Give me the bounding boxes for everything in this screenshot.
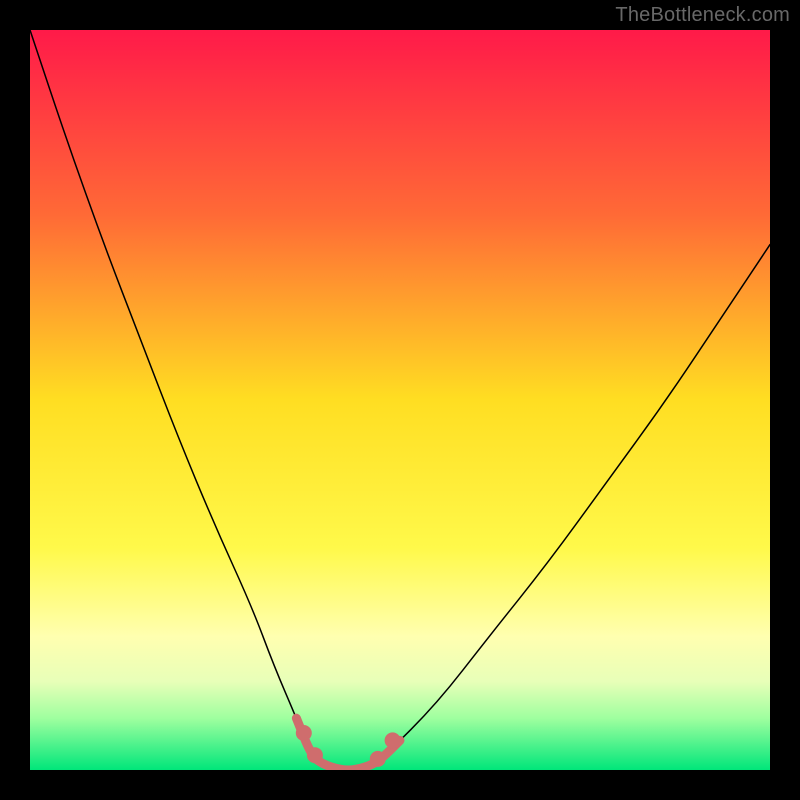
chart-container: TheBottleneck.com — [0, 0, 800, 800]
valley-marker-1 — [307, 747, 323, 763]
gradient-background — [30, 30, 770, 770]
valley-marker-3 — [385, 732, 401, 748]
valley-marker-2 — [370, 751, 386, 767]
valley-marker-0 — [296, 725, 312, 741]
chart-svg — [30, 30, 770, 770]
attribution-label: TheBottleneck.com — [615, 4, 790, 27]
plot-area — [30, 30, 770, 770]
